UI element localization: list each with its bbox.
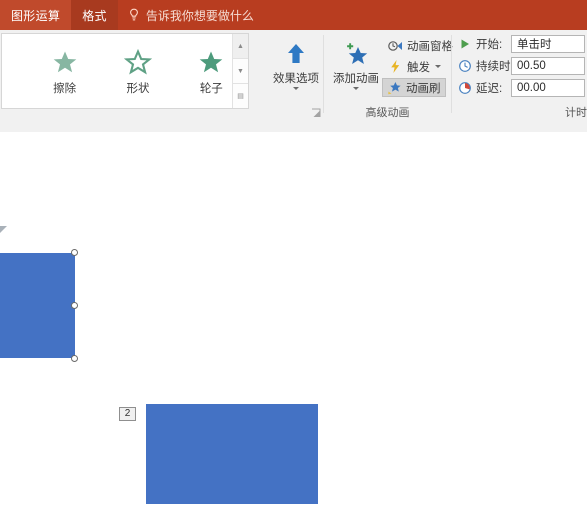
- chevron-down-icon: [293, 87, 299, 90]
- delay-value: 00.00: [517, 82, 546, 94]
- ribbon-tab-bar: 图形运算 格式 告诉我你想要做什么: [0, 0, 587, 30]
- animation-pane-icon: [388, 41, 402, 51]
- gallery-more-button[interactable]: ▤: [233, 84, 248, 108]
- trigger-lightning-icon: [391, 60, 400, 73]
- star-outline-icon: [123, 48, 153, 74]
- duration-value: 00.50: [517, 60, 546, 72]
- up-arrow-icon: [283, 40, 309, 68]
- animation-pane-label: 动画窗格: [407, 40, 453, 53]
- tab-shape-operations[interactable]: 图形运算: [0, 0, 72, 30]
- animation-shape[interactable]: 形状: [101, 34, 174, 108]
- animation-sequence-number: 2: [124, 408, 131, 419]
- gallery-scroll-down-glyph: ▼: [237, 67, 244, 75]
- animation-painter-icon: [388, 82, 401, 95]
- trigger-button[interactable]: 触发: [384, 57, 445, 76]
- start-select[interactable]: 单击时: [511, 35, 585, 53]
- rectangle-animated[interactable]: [146, 404, 318, 504]
- gallery-scroll-up-glyph: ▲: [237, 42, 244, 50]
- gallery-scrollbar[interactable]: ▲ ▼ ▤: [232, 34, 248, 108]
- animation-wipe-label: 擦除: [53, 82, 77, 95]
- lightbulb-icon: [129, 8, 138, 21]
- trigger-label: 触发: [407, 61, 430, 74]
- timing-group-label: 计时: [565, 107, 587, 119]
- resize-handle-top-right[interactable]: [71, 249, 78, 256]
- chevron-down-icon: [353, 87, 359, 90]
- star-wheel-icon: [200, 51, 223, 72]
- pointer-mark-icon: [0, 226, 7, 233]
- resize-handle-bottom-right[interactable]: [71, 355, 78, 362]
- add-animation-button[interactable]: 添加动画: [328, 34, 384, 108]
- start-label: 开始:: [476, 39, 503, 51]
- rectangle-selected[interactable]: [0, 253, 75, 358]
- duration-input[interactable]: 00.50: [511, 57, 585, 75]
- play-triangle-icon: [461, 39, 469, 49]
- start-row: 开始:: [458, 35, 502, 53]
- star-solid-icon: [53, 51, 76, 72]
- resize-handle-middle-right[interactable]: [71, 302, 78, 309]
- animation-gallery[interactable]: 擦除 形状 轮子 ▲ ▼ ▤: [1, 33, 249, 109]
- delay-row: 延迟:: [458, 79, 502, 97]
- tab-shape-operations-label: 图形运算: [11, 8, 61, 23]
- animation-shape-label: 形状: [126, 82, 150, 95]
- slide-canvas[interactable]: 2: [0, 132, 587, 507]
- timing-group: 开始: 单击时 持续时间: 00.50 延迟: 00.00 计时: [452, 30, 587, 122]
- animation-painter-label: 动画刷: [406, 82, 441, 95]
- tab-format[interactable]: 格式: [71, 0, 118, 30]
- start-value: 单击时: [517, 39, 552, 51]
- gallery-scroll-down-button[interactable]: ▼: [233, 59, 248, 84]
- gallery-scroll-up-button[interactable]: ▲: [233, 34, 248, 59]
- effect-options-button[interactable]: 效果选项: [268, 34, 324, 108]
- tell-me-label: 告诉我你想要做什么: [145, 8, 254, 23]
- tab-format-label: 格式: [82, 8, 107, 23]
- tell-me-box[interactable]: 告诉我你想要做什么: [118, 0, 264, 30]
- star-plus-icon: [343, 40, 370, 68]
- animation-wheel-label: 轮子: [199, 82, 223, 95]
- advanced-animation-group: 添加动画 动画窗格 触发 动画刷 高级动画: [324, 30, 453, 122]
- animation-gallery-group: 擦除 形状 轮子 ▲ ▼ ▤ 效果选项: [0, 30, 321, 122]
- animation-sequence-badge[interactable]: 2: [119, 407, 136, 421]
- clock-red-icon: [459, 82, 471, 94]
- delay-label: 延迟:: [476, 83, 503, 95]
- gallery-more-glyph: ▤: [237, 93, 244, 100]
- advanced-animation-group-label: 高级动画: [365, 107, 410, 119]
- animation-pane-button[interactable]: 动画窗格: [384, 36, 457, 55]
- ribbon: 擦除 形状 轮子 ▲ ▼ ▤ 效果选项 添加动画 动画窗格 触发 动画刷 高级动…: [0, 30, 587, 123]
- animation-dialog-launcher[interactable]: [311, 108, 322, 119]
- delay-input[interactable]: 00.00: [511, 79, 585, 97]
- animation-painter-button[interactable]: 动画刷: [382, 78, 446, 97]
- effect-options-label: 效果选项: [273, 73, 319, 85]
- add-animation-label: 添加动画: [333, 73, 379, 85]
- powerpoint-window: 图形运算 格式 告诉我你想要做什么 擦除 形状 轮子 ▲ ▼ ▤ 效果选项 添加…: [0, 0, 587, 507]
- animation-wipe[interactable]: 擦除: [28, 34, 101, 108]
- clock-blue-icon: [459, 60, 471, 72]
- chevron-down-icon: [435, 65, 441, 68]
